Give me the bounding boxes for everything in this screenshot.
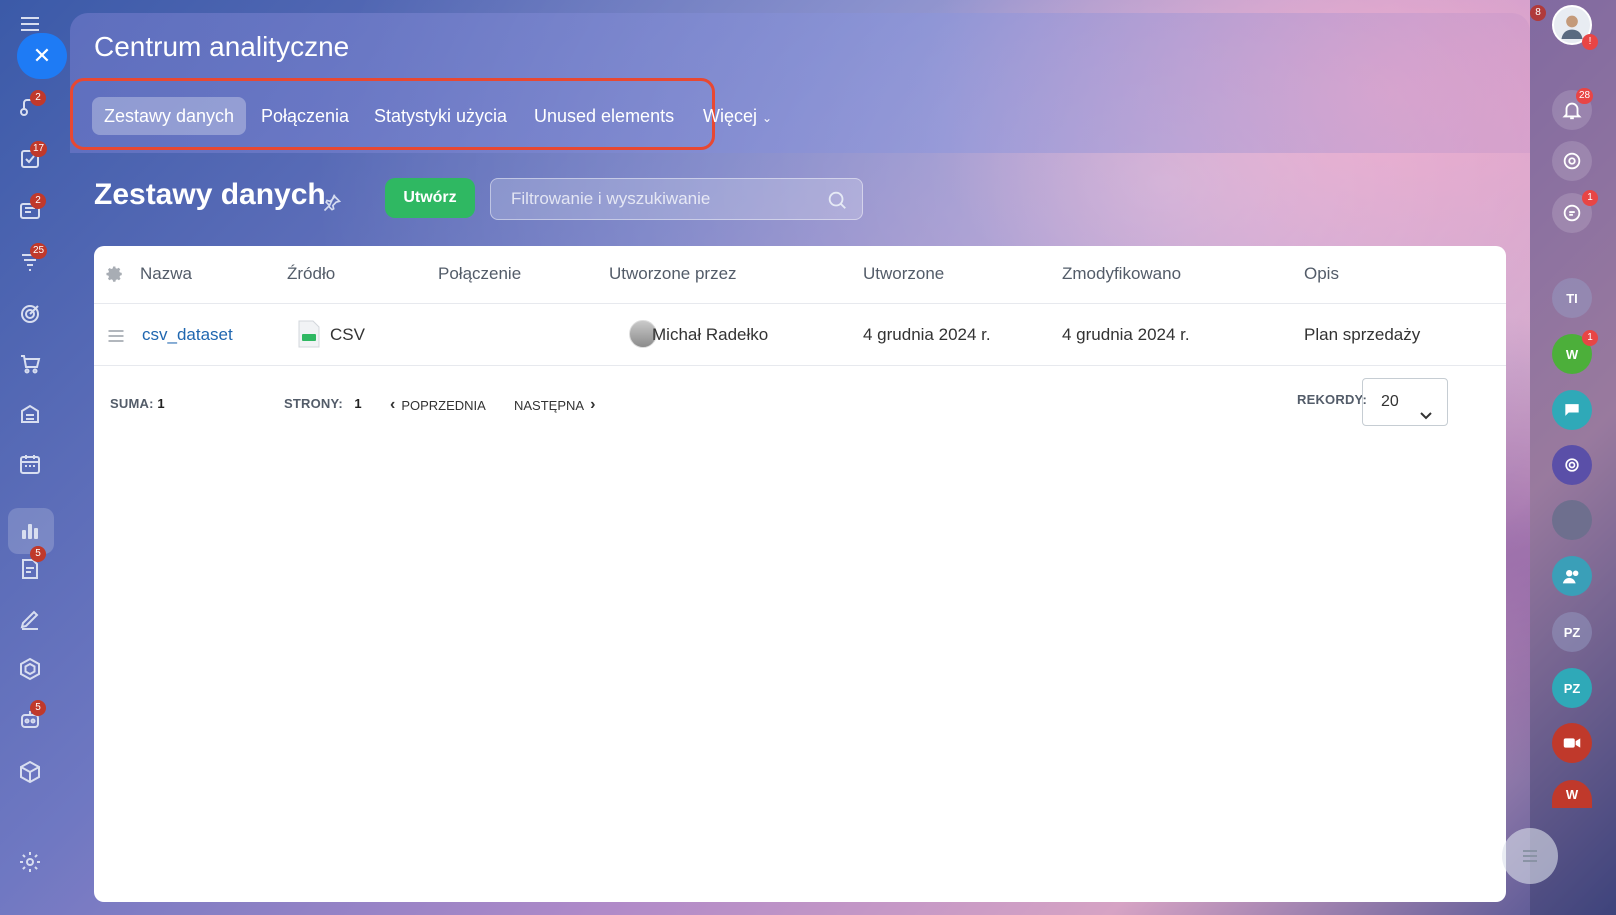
datasets-table-card: Nazwa Źródło Połączenie Utworzone przez …	[94, 246, 1506, 902]
contact-avatar-pz[interactable]: PZ	[1552, 612, 1592, 652]
user-w-badge: 1	[1582, 330, 1598, 346]
package-icon[interactable]	[16, 758, 44, 786]
total-value: 1	[157, 396, 165, 411]
right-sidebar: 8 ! 28 1 TI W 1 PZ PZ W	[1530, 0, 1616, 915]
tab-connections[interactable]: Połączenia	[249, 97, 361, 135]
sign-icon[interactable]	[16, 605, 44, 633]
search-box	[490, 178, 863, 220]
previous-label: POPRZEDNIA	[401, 397, 486, 413]
table-header: Nazwa Źródło Połączenie Utworzone przez …	[94, 246, 1506, 304]
contact-avatar-pz-2[interactable]: PZ	[1552, 668, 1592, 708]
chat-badge: 1	[1582, 190, 1598, 206]
previous-page-button[interactable]: ‹ POPRZEDNIA	[390, 396, 486, 414]
more-label: Więcej	[703, 106, 758, 126]
chat-group-icon[interactable]	[1552, 390, 1592, 430]
cart-icon[interactable]	[16, 350, 44, 378]
tab-usage-statistics[interactable]: Statystyki użycia	[362, 97, 519, 135]
create-button[interactable]: Utwórz	[385, 178, 475, 218]
robots-badge: 5	[30, 700, 46, 716]
hexagon-icon[interactable]	[16, 655, 44, 683]
column-header-created-by[interactable]: Utworzone przez	[609, 264, 737, 284]
openline-icon[interactable]	[1552, 445, 1592, 485]
next-label: NASTĘPNA	[514, 397, 585, 413]
column-header-created[interactable]: Utworzone	[863, 264, 944, 284]
feed-badge: 2	[30, 193, 46, 209]
row-menu-icon[interactable]	[106, 326, 126, 344]
close-button[interactable]: ✕	[17, 33, 67, 79]
users-group-icon[interactable]	[1552, 556, 1592, 596]
created-by-value[interactable]: Michał Radełko	[652, 325, 768, 345]
modified-date-value: 4 grudnia 2024 r.	[1062, 325, 1190, 344]
chevron-down-icon: ⌄	[762, 111, 773, 125]
notifications-badge: 28	[1576, 88, 1594, 104]
search-icon[interactable]	[826, 189, 848, 211]
store-icon[interactable]	[16, 400, 44, 428]
more-menu[interactable]: Więcej ⌄	[703, 97, 772, 135]
chat-list-button[interactable]	[1502, 828, 1558, 884]
column-header-connection[interactable]: Połączenie	[438, 264, 521, 284]
search-input[interactable]	[491, 179, 862, 219]
column-header-source[interactable]: Źródło	[287, 264, 335, 284]
tab-unused-elements[interactable]: Unused elements	[522, 97, 686, 135]
settings-icon[interactable]	[16, 848, 44, 876]
pages-value: 1	[354, 396, 362, 411]
crm-badge: 2	[30, 90, 46, 106]
analytics-icon[interactable]	[16, 517, 44, 545]
left-sidebar: ✕ 2 17 2 25 5 5	[0, 0, 67, 915]
docs-badge: 5	[30, 546, 46, 562]
total-label: SUMA:	[110, 396, 154, 411]
chevron-down-icon	[1419, 395, 1433, 420]
alert-icon: !	[1582, 34, 1598, 50]
column-header-description[interactable]: Opis	[1304, 264, 1339, 284]
target-icon[interactable]	[16, 300, 44, 328]
top-badge: 8	[1530, 5, 1546, 21]
total-count: SUMA: 1	[110, 396, 165, 411]
sales-badge: 25	[30, 243, 48, 259]
records-label: REKORDY:	[1297, 392, 1367, 407]
chevron-right-icon: ›	[590, 396, 596, 413]
app-title: Centrum analityczne	[94, 31, 350, 62]
dataset-name-link[interactable]: csv_dataset	[142, 325, 233, 345]
column-header-name[interactable]: Nazwa	[140, 264, 192, 284]
tab-datasets[interactable]: Zestawy danych	[92, 97, 247, 135]
pages-label: STRONY:	[284, 396, 343, 411]
page-title: Zestawy danych	[94, 178, 326, 211]
description-value: Plan sprzedaży	[1304, 325, 1421, 344]
records-per-page-select[interactable]: 20	[1362, 378, 1448, 426]
csv-file-icon	[298, 320, 320, 348]
records-value: 20	[1381, 393, 1399, 410]
tasks-badge: 17	[30, 141, 48, 157]
contact-avatar-ti[interactable]: TI	[1552, 278, 1592, 318]
video-call-icon[interactable]	[1552, 723, 1592, 763]
source-value: CSV	[330, 325, 365, 344]
copilot-icon[interactable]	[1552, 141, 1592, 181]
calendar-icon[interactable]	[16, 450, 44, 478]
gear-icon[interactable]	[106, 265, 124, 283]
group-photo-avatar[interactable]	[1552, 500, 1592, 540]
analytics-center-panel: Centrum analityczne Zestawy danych Połąc…	[70, 13, 1530, 915]
next-page-button[interactable]: NASTĘPNA ›	[514, 396, 595, 414]
pages-count: STRONY: 1	[284, 396, 362, 411]
contact-avatar-w-2[interactable]: W	[1552, 780, 1592, 808]
table-footer: SUMA: 1 STRONY: 1 ‹ POPRZEDNIA NASTĘPNA …	[94, 366, 1506, 436]
table-row[interactable]: csv_dataset CSV Michał Radełko 4 grudnia…	[94, 304, 1506, 366]
pin-icon[interactable]	[322, 193, 342, 213]
chevron-left-icon: ‹	[390, 396, 396, 413]
created-date-value: 4 grudnia 2024 r.	[863, 325, 991, 344]
column-header-modified[interactable]: Zmodyfikowano	[1062, 264, 1181, 284]
